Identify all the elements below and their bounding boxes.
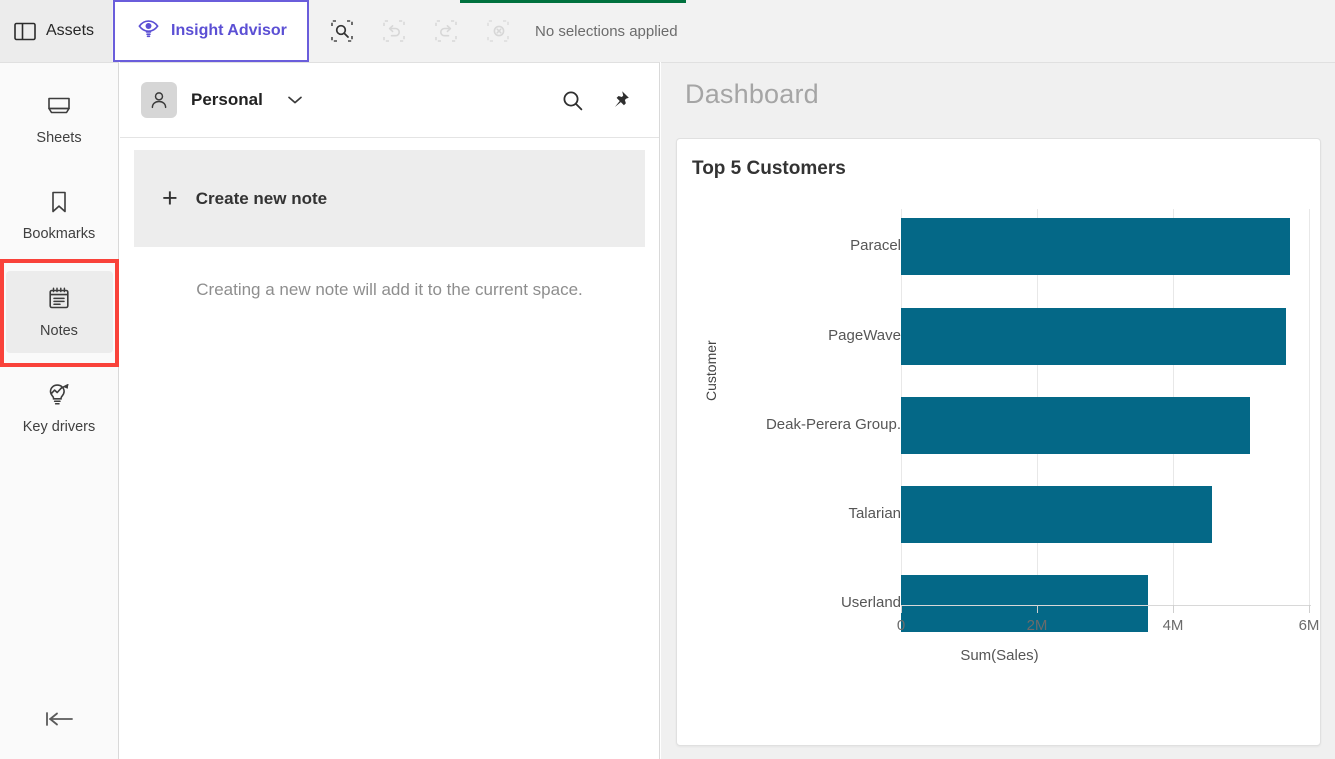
notes-space-name: Personal: [191, 90, 263, 109]
x-tick: [901, 605, 902, 613]
y-tick-label: Paracel: [850, 237, 901, 254]
x-tick: [1037, 605, 1038, 613]
sidebar-item-sheets[interactable]: Sheets: [6, 79, 113, 161]
bookmark-icon: [49, 190, 69, 219]
avatar: [141, 82, 177, 118]
notes-panel-header: Personal: [120, 63, 659, 138]
top-toolbar: Assets Insight Advisor No selections app…: [0, 0, 1335, 62]
plus-icon: +: [162, 183, 178, 213]
bar-pagewave[interactable]: [901, 308, 1286, 365]
selection-undo-button[interactable]: [377, 14, 411, 48]
selections-toolbar: No selections applied: [309, 0, 1335, 62]
create-new-note-label: Create new note: [195, 188, 328, 208]
x-axis-title: Sum(Sales): [960, 647, 1039, 664]
insight-advisor-tab[interactable]: Insight Advisor: [113, 0, 309, 62]
sidebar-item-label: Sheets: [36, 130, 82, 146]
y-tick-label: Deak-Perera Group.: [765, 416, 901, 433]
y-tick-label: Userland: [840, 594, 901, 611]
sidebar-item-label: Bookmarks: [22, 226, 96, 242]
selection-search-button[interactable]: [325, 14, 359, 48]
qlik-app-window: Assets Insight Advisor No selections app…: [0, 0, 1335, 759]
chevron-down-icon[interactable]: [287, 95, 303, 105]
selection-clear-all-button[interactable]: [481, 14, 515, 48]
collapse-left-icon: [44, 710, 76, 733]
bar-paracel[interactable]: [901, 218, 1290, 275]
bar-talarian[interactable]: [901, 486, 1212, 543]
y-tick-label: Talarian: [848, 505, 901, 522]
sidebar-item-bookmarks[interactable]: Bookmarks: [6, 175, 113, 257]
x-tick: [1173, 605, 1174, 613]
bar-deak-perera[interactable]: [901, 397, 1250, 454]
dashboard-area: Dashboard Top 5 Customers Customer Parac…: [661, 62, 1335, 759]
y-axis-title: Customer: [703, 340, 719, 401]
sidebar-item-notes[interactable]: Notes: [5, 271, 113, 353]
create-new-note-button[interactable]: + Create new note: [134, 150, 645, 247]
notes-empty-hint: Creating a new note will add it to the c…: [196, 280, 583, 299]
left-rail: Sheets Bookmarks Notes Key drivers: [0, 62, 119, 759]
chart-card[interactable]: Top 5 Customers Customer Paracel PageWav…: [676, 138, 1321, 746]
loading-progress-bar: [460, 0, 686, 3]
sidebar-item-label: Key drivers: [22, 418, 96, 435]
gridline: [1309, 209, 1310, 605]
panel-layout-icon: [14, 22, 36, 41]
page-title: Dashboard: [685, 79, 819, 109]
sidebar-item-key-drivers[interactable]: Key drivers: [6, 367, 113, 449]
bar-chart-plot: Customer Paracel PageWave Deak-Perera Gr…: [677, 139, 1322, 747]
x-tick-label: 4M: [1162, 617, 1184, 634]
assets-button-label: Assets: [46, 22, 95, 39]
notes-icon: [47, 286, 71, 316]
search-icon[interactable]: [555, 83, 589, 117]
bar-userland[interactable]: [901, 575, 1148, 632]
selection-redo-button[interactable]: [429, 14, 463, 48]
selection-status-text: No selections applied: [535, 22, 678, 40]
x-tick-label: 0: [896, 617, 906, 634]
x-tick-label: 6M: [1298, 617, 1320, 634]
sidebar-item-label: Notes: [40, 322, 78, 339]
eye-bulb-icon: [137, 17, 160, 45]
x-tick: [1309, 605, 1310, 613]
sheets-icon: [46, 94, 72, 123]
assets-button[interactable]: Assets: [0, 0, 112, 62]
key-drivers-icon: [46, 382, 72, 412]
notes-panel: Personal + Create new note Creating a ne…: [120, 62, 660, 759]
collapse-rail-button[interactable]: [0, 699, 119, 743]
x-tick-label: 2M: [1026, 617, 1048, 634]
pin-icon[interactable]: [603, 83, 637, 117]
insight-advisor-label: Insight Advisor: [171, 22, 287, 39]
x-axis-line: [901, 605, 1311, 606]
y-tick-label: PageWave: [828, 327, 901, 344]
